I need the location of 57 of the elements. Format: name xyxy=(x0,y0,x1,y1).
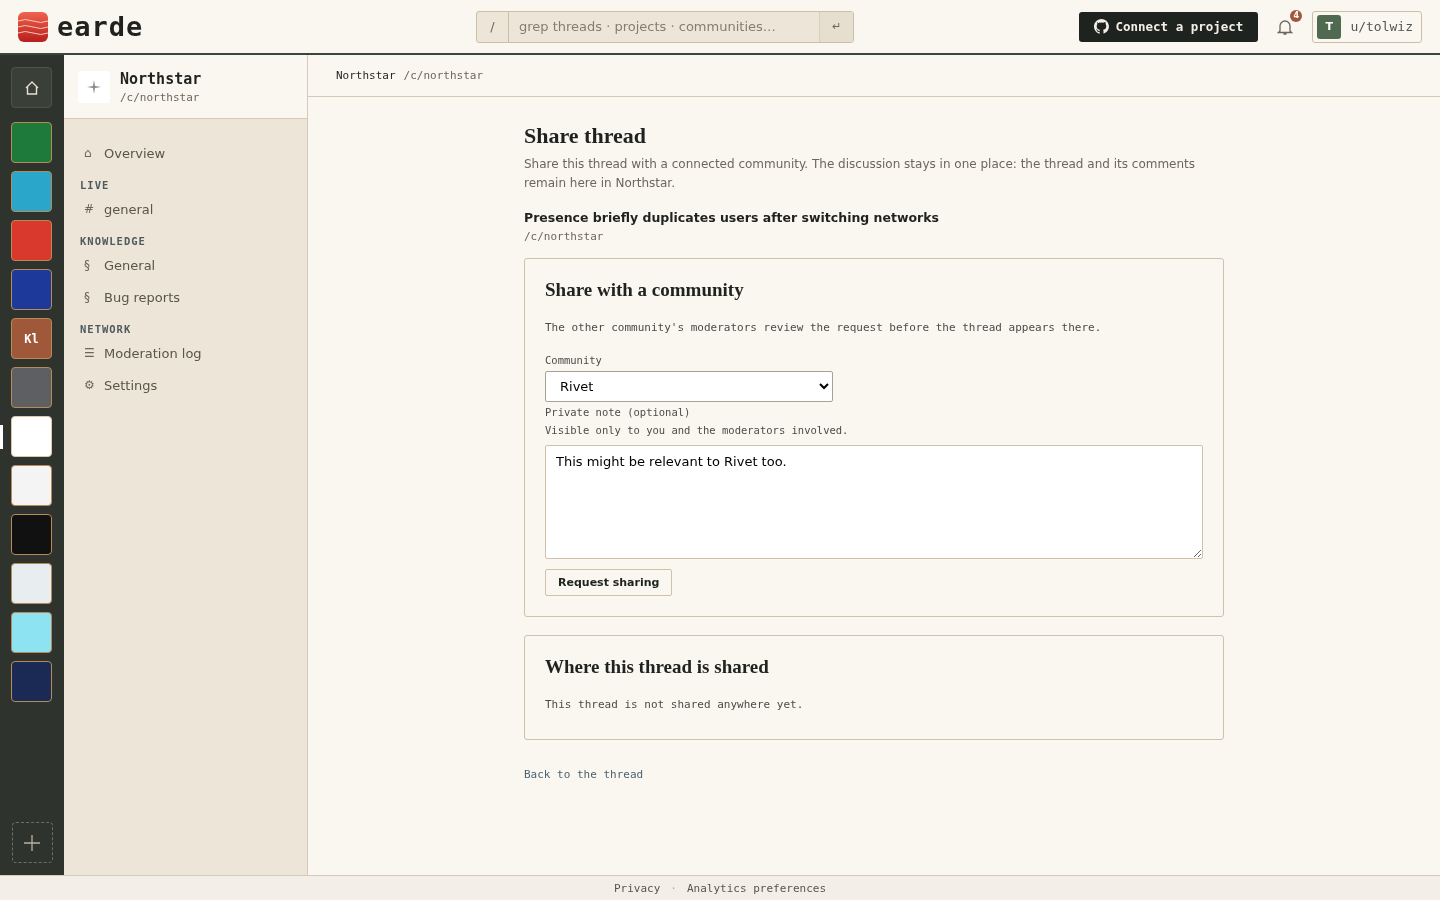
search-submit-button[interactable]: ↵ xyxy=(819,11,853,42)
nav-glyph-icon: # xyxy=(84,202,96,216)
nav-glyph-icon: § xyxy=(84,290,96,304)
thread-title: Presence briefly duplicates users after switching networks xyxy=(524,210,940,225)
note-field[interactable]: This might be relevant to Rivet too. xyxy=(545,445,1203,559)
nav-link[interactable]: § General xyxy=(80,249,307,281)
nav-link[interactable]: # general xyxy=(80,193,307,225)
add-community-button[interactable] xyxy=(11,822,53,863)
intro-text: Share this thread with a connected community. The discussion stays in one place: the thread and its comments remain here in Northstar. xyxy=(524,156,1197,192)
notification-count: 4 xyxy=(1290,9,1303,22)
search-prefix: / xyxy=(477,11,509,42)
nav-link[interactable]: § Bug reports xyxy=(80,281,307,313)
thread-path: /c/northstar xyxy=(524,230,605,243)
nav-link[interactable]: ⌂ Overview xyxy=(80,137,307,169)
search-field[interactable]: / grep threads · projects · communities… ↵ xyxy=(476,10,854,43)
community-avatar[interactable]: Kl xyxy=(11,318,52,359)
nav-glyph-icon: ☰ xyxy=(84,346,96,360)
community-picture[interactable] xyxy=(11,514,52,555)
community-picture[interactable] xyxy=(11,269,52,310)
page-title: Share thread xyxy=(524,123,648,149)
community-picture[interactable] xyxy=(11,661,52,702)
footer-link[interactable]: Analytics preferences xyxy=(686,881,827,895)
section-heading: NETWORK xyxy=(80,323,133,335)
empty-state-text: This thread is not shared anywhere yet. xyxy=(545,698,805,711)
nav-glyph-icon: ⌂ xyxy=(84,146,96,160)
user-avatar: T xyxy=(1317,14,1342,39)
connect-project-button[interactable]: Connect a project xyxy=(1079,11,1259,42)
plus-icon xyxy=(24,834,40,851)
card-title: Where this thread is shared xyxy=(545,656,770,678)
separator-dot: · xyxy=(670,881,677,895)
section-heading: KNOWLEDGE xyxy=(80,235,147,247)
nav-glyph-icon: ⚙ xyxy=(84,378,96,392)
breadcrumb-community[interactable]: Northstar xyxy=(336,69,396,82)
section-heading: LIVE xyxy=(80,179,111,191)
octocat-icon xyxy=(1094,19,1110,34)
home-button[interactable] xyxy=(11,67,52,108)
footer-link[interactable]: Privacy xyxy=(613,881,661,895)
community-path: /c/northstar xyxy=(120,90,201,104)
nav-glyph-icon: § xyxy=(84,258,96,272)
bell-icon xyxy=(1277,17,1294,36)
breadcrumb-path: /c/northstar xyxy=(403,69,484,82)
user-menu-button[interactable]: T u/tolwiz xyxy=(1312,10,1422,43)
card-description: The other community's moderators review the request before the thread appears there. xyxy=(545,321,1103,334)
nav-link[interactable]: ⚙ Settings xyxy=(80,369,307,401)
nav-link[interactable]: ☰ Moderation log xyxy=(80,337,307,369)
back-link[interactable]: Back to the thread xyxy=(524,768,644,781)
brand-name[interactable]: earde xyxy=(57,11,144,42)
request-sharing-button[interactable]: Request sharing xyxy=(545,569,673,596)
field-label: Private note (optional) xyxy=(545,406,692,418)
home-icon xyxy=(23,79,40,96)
community-picture[interactable] xyxy=(11,465,52,506)
field-label: Community xyxy=(545,354,603,366)
card-title: Share with a community xyxy=(545,279,745,301)
community-select[interactable]: Rivet xyxy=(545,371,833,402)
field-hint: Visible only to you and the moderators involved. xyxy=(545,424,850,436)
community-name: Northstar xyxy=(120,69,202,88)
logo-icon xyxy=(18,11,48,42)
